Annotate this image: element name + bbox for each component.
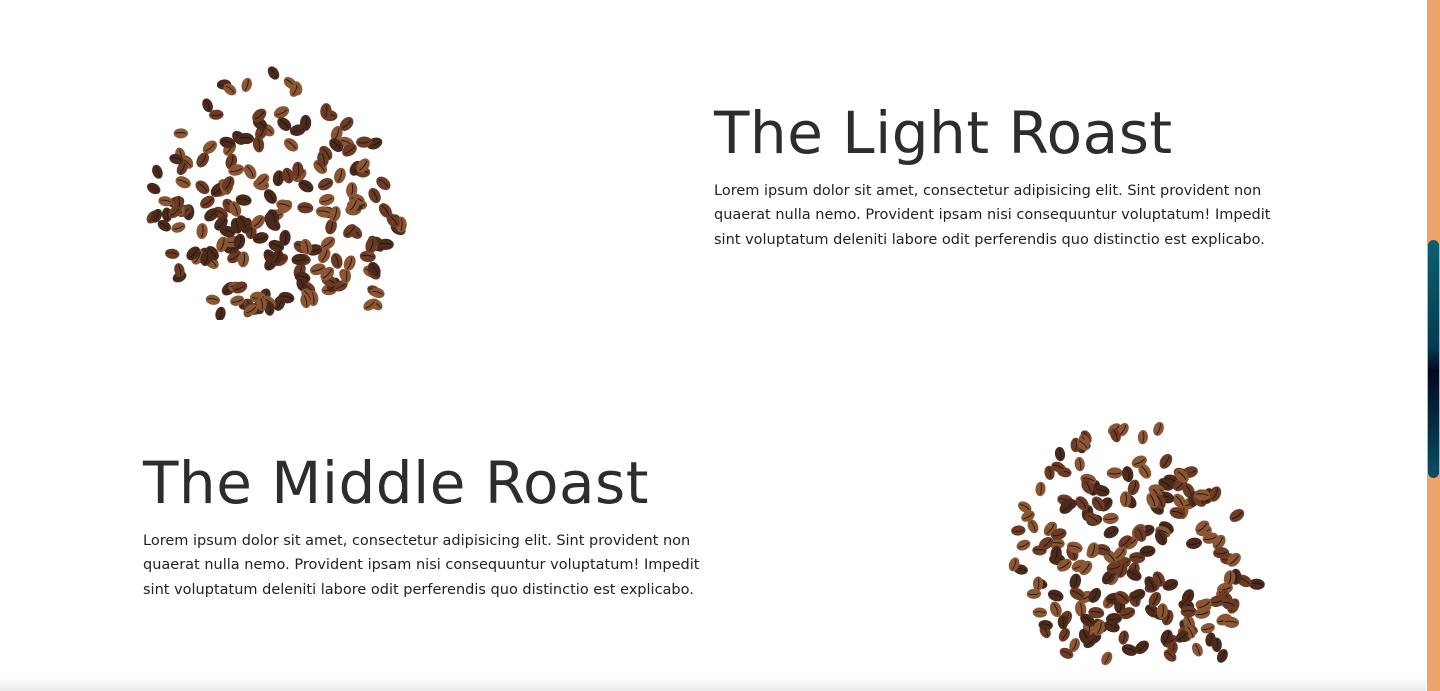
section-description: Lorem ipsum dolor sit amet, consectetur …: [143, 532, 700, 598]
coffee-bean: [243, 164, 257, 180]
coffee-bean: [318, 178, 334, 191]
coffee-bean: [1191, 642, 1203, 657]
coffee-bean: [267, 66, 280, 80]
coffee-bean: [173, 128, 188, 139]
coffee-bean: [283, 138, 299, 152]
coffee-bean: [1200, 622, 1215, 634]
scrollbar-thumb[interactable]: [1428, 240, 1439, 478]
coffee-beans-illustration: [146, 66, 407, 320]
coffee-bean: [1103, 525, 1119, 539]
coffee-bean: [334, 167, 346, 184]
coffee-bean: [1032, 607, 1048, 618]
coffee-beans-image: [140, 60, 430, 320]
coffee-bean: [297, 202, 314, 214]
light-roast-section: The Light Roast Lorem ipsum dolor sit am…: [0, 60, 1426, 330]
coffee-bean: [1118, 630, 1129, 645]
coffee-bean: [368, 187, 381, 204]
coffee-bean: [1180, 606, 1197, 618]
coffee-bean: [147, 182, 161, 195]
coffee-bean: [1137, 430, 1148, 445]
coffee-bean: [152, 164, 163, 179]
coffee-bean: [171, 222, 186, 233]
coffee-bean: [205, 294, 221, 305]
coffee-beans-image: [1000, 410, 1290, 670]
coffee-bean: [1102, 512, 1119, 525]
coffee-bean: [165, 248, 180, 259]
coffee-bean: [175, 176, 191, 189]
coffee-bean: [1153, 421, 1164, 436]
middle-roast-text: The Middle Roast Lorem ipsum dolor sit a…: [143, 450, 743, 602]
coffee-bean: [195, 180, 210, 195]
coffee-bean: [1035, 481, 1046, 497]
coffee-beans-illustration: [1008, 421, 1265, 666]
coffee-bean: [1016, 539, 1031, 551]
section-description: Lorem ipsum dolor sit amet, consectetur …: [714, 182, 1271, 248]
coffee-bean: [1011, 525, 1026, 536]
light-roast-text: The Light Roast Lorem ipsum dolor sit am…: [714, 100, 1314, 252]
coffee-bean: [196, 223, 208, 240]
coffee-bean: [1122, 466, 1134, 483]
page: The Light Roast Lorem ipsum dolor sit am…: [0, 0, 1440, 691]
coffee-bean: [1186, 537, 1202, 549]
coffee-bean: [292, 161, 304, 178]
coffee-bean: [1047, 589, 1064, 602]
coffee-bean: [1106, 467, 1123, 479]
bottom-shadow: [0, 677, 1426, 691]
coffee-bean: [231, 281, 248, 294]
coffee-bean: [215, 306, 226, 320]
coffee-bean: [1101, 651, 1113, 666]
section-title: The Middle Roast: [143, 449, 650, 517]
coffee-bean: [318, 193, 335, 206]
coffee-bean: [1229, 509, 1245, 522]
coffee-bean: [1074, 456, 1085, 472]
coffee-bean: [241, 77, 252, 92]
middle-roast-section: The Middle Roast Lorem ipsum dolor sit a…: [0, 410, 1426, 680]
coffee-bean: [1054, 446, 1066, 462]
coffee-bean: [1159, 453, 1173, 469]
section-title: The Light Roast: [714, 99, 1173, 167]
